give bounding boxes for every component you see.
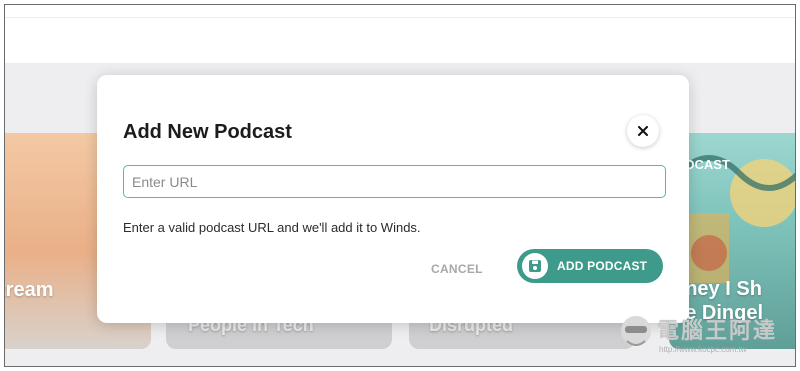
mascot-logo-icon	[621, 316, 651, 346]
modal-title: Add New Podcast	[123, 121, 292, 143]
url-input[interactable]	[123, 165, 666, 198]
podcast-card-title: tream	[4, 279, 54, 301]
top-bar	[5, 5, 795, 64]
close-button[interactable]	[627, 115, 659, 147]
save-icon	[522, 253, 548, 279]
close-icon	[638, 126, 648, 136]
top-bar-divider	[5, 17, 795, 18]
watermark-url: http://www.kocpc.com.tw	[659, 345, 747, 354]
cancel-button[interactable]: CANCEL	[431, 258, 483, 280]
add-podcast-button[interactable]: ADD PODCAST	[517, 249, 663, 283]
add-podcast-label: ADD PODCAST	[557, 259, 648, 273]
add-podcast-modal: Add New Podcast Enter a valid podcast UR…	[97, 75, 689, 323]
helper-text: Enter a valid podcast URL and we'll add …	[123, 220, 421, 235]
watermark: 電腦王阿達 http://www.kocpc.com.tw	[617, 311, 795, 361]
app-window: tream People in Tech Disrupted ODCAST on…	[4, 4, 796, 367]
watermark-text: 電腦王阿達	[657, 318, 778, 343]
